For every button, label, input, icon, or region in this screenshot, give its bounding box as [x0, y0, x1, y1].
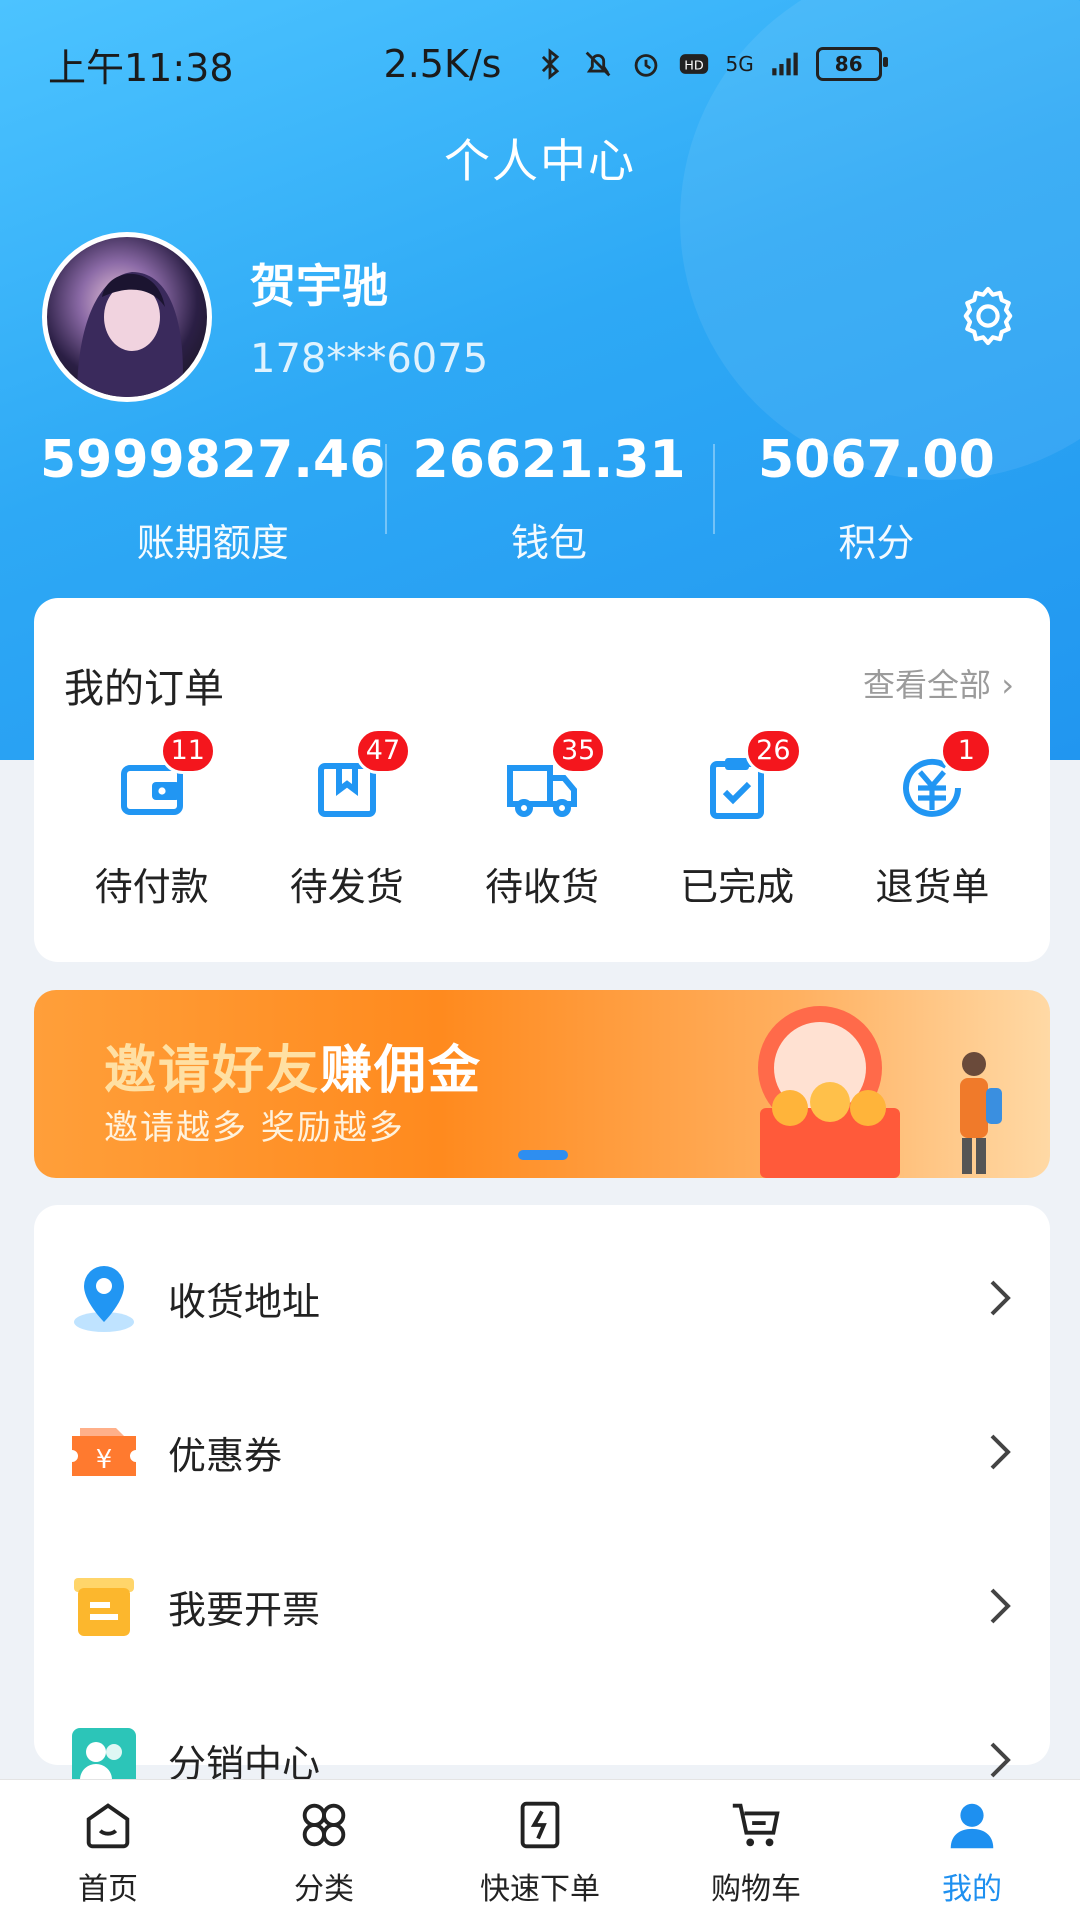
location-pin-icon: [74, 1266, 134, 1332]
chevron-right-icon: [990, 1588, 1011, 1624]
order-label: 待付款: [94, 865, 209, 909]
tab-label: 快速下单: [480, 1872, 600, 1907]
svg-text:HD: HD: [685, 59, 705, 74]
tab-label: 首页: [78, 1872, 138, 1907]
tab-cart[interactable]: 购物车: [648, 1780, 864, 1920]
stat-label: 钱包: [511, 521, 588, 565]
menu-label: 我要开票: [168, 1587, 321, 1632]
tab-home[interactable]: 首页: [0, 1780, 216, 1920]
orders-card: 我的订单 查看全部 › 11 待付款 47 待发货 35 待收货 26 已完成 …: [34, 598, 1050, 962]
tab-label: 分类: [294, 1872, 354, 1907]
mute-icon: [586, 51, 611, 77]
user-name: 贺宇驰: [250, 259, 388, 313]
order-pending-payment[interactable]: 11 待付款: [62, 728, 242, 911]
order-count-badge: 1: [940, 728, 993, 774]
status-bar: 上午11:38 2.5K/s HD 5G 86: [48, 38, 1032, 90]
cart-icon: [732, 1803, 780, 1847]
orders-title: 我的订单: [64, 666, 224, 712]
gift-coins-illustration: [758, 1006, 1002, 1178]
order-pending-shipment[interactable]: 47 待发货: [257, 728, 437, 911]
avatar[interactable]: [42, 232, 212, 402]
order-label: 待收货: [484, 865, 599, 909]
invoice-icon: [74, 1578, 134, 1636]
tab-mine[interactable]: 我的: [864, 1780, 1080, 1920]
status-time: 上午11:38: [48, 45, 234, 90]
menu-item-invoice[interactable]: 我要开票: [34, 1529, 1050, 1683]
bottom-tab-bar: 首页 分类 快速下单 购物车 我的: [0, 1779, 1080, 1920]
banner-subtitle: 邀请越多 奖励越多: [104, 1108, 405, 1148]
invite-friends-banner[interactable]: 邀请好友赚佣金 邀请越多 奖励越多: [34, 990, 1050, 1178]
alarm-icon: [635, 54, 658, 77]
banner-title: 邀请好友赚佣金: [104, 1028, 482, 1103]
avatar-image: [77, 272, 183, 397]
view-all-label: 查看全部: [863, 666, 992, 704]
menu-item-address[interactable]: 收货地址: [34, 1221, 1050, 1375]
account-stats: 5999827.46 账期额度 26621.31 钱包 5067.00 积分: [40, 430, 1040, 567]
stat-label: 积分: [838, 521, 915, 565]
menu-card: 收货地址 ¥ 优惠券 我要开票 分销中心: [34, 1205, 1050, 1792]
bluetooth-icon: [542, 48, 560, 80]
user-icon: [950, 1803, 994, 1849]
network-type: 5G: [725, 52, 754, 76]
network-speed: 2.5K/s: [383, 42, 502, 86]
banner-title-part2: 赚佣金: [320, 1041, 483, 1101]
quick-order-icon: [520, 1801, 560, 1849]
chevron-right-icon: [990, 1742, 1011, 1778]
category-icon: [302, 1803, 346, 1847]
svg-text:¥: ¥: [96, 1445, 113, 1475]
stat-label: 账期额度: [136, 521, 289, 565]
order-count-badge: 26: [745, 728, 802, 774]
menu-label: 优惠券: [168, 1433, 283, 1478]
order-label: 待发货: [289, 865, 404, 909]
battery-indicator: 86: [815, 47, 888, 81]
order-count-badge: 47: [354, 728, 412, 774]
banner-title-part1: 邀请好友: [104, 1041, 321, 1101]
tab-label: 购物车: [711, 1872, 801, 1907]
user-phone: 178***6075: [250, 336, 489, 382]
tab-category[interactable]: 分类: [216, 1780, 432, 1920]
carousel-indicator[interactable]: [518, 1150, 568, 1160]
order-label: 已完成: [680, 865, 795, 909]
menu-item-coupons[interactable]: ¥ 优惠券: [34, 1375, 1050, 1529]
home-icon: [86, 1803, 130, 1849]
settings-gear-icon[interactable]: [952, 280, 1024, 352]
stat-wallet[interactable]: 26621.31 钱包: [385, 430, 712, 567]
chevron-right-icon: [990, 1434, 1011, 1470]
stat-credit[interactable]: 5999827.46 账期额度: [40, 430, 385, 567]
signal-icon: [771, 52, 798, 76]
view-all-orders-link[interactable]: 查看全部 ›: [863, 660, 1014, 706]
order-count-badge: 11: [159, 728, 216, 774]
chevron-right-icon: ›: [1001, 666, 1014, 704]
order-completed[interactable]: 26 已完成: [647, 728, 827, 911]
stat-points[interactable]: 5067.00 积分: [712, 430, 1040, 567]
coupon-icon: ¥: [72, 1428, 136, 1476]
tab-label: 我的: [942, 1872, 1002, 1907]
stat-value: 26621.31: [412, 430, 686, 490]
order-label: 退货单: [875, 865, 990, 909]
stat-value: 5067.00: [757, 430, 995, 490]
order-pending-receipt[interactable]: 35 待收货: [452, 728, 632, 911]
order-returns[interactable]: 1 退货单: [842, 728, 1022, 911]
chevron-right-icon: [990, 1280, 1011, 1316]
tab-quick-order[interactable]: 快速下单: [432, 1780, 648, 1920]
stat-value: 5999827.46: [40, 430, 386, 490]
menu-label: 收货地址: [168, 1279, 321, 1324]
hd-icon: HD: [680, 54, 709, 74]
page-title: 个人中心: [444, 134, 636, 188]
order-count-badge: 35: [549, 728, 607, 774]
